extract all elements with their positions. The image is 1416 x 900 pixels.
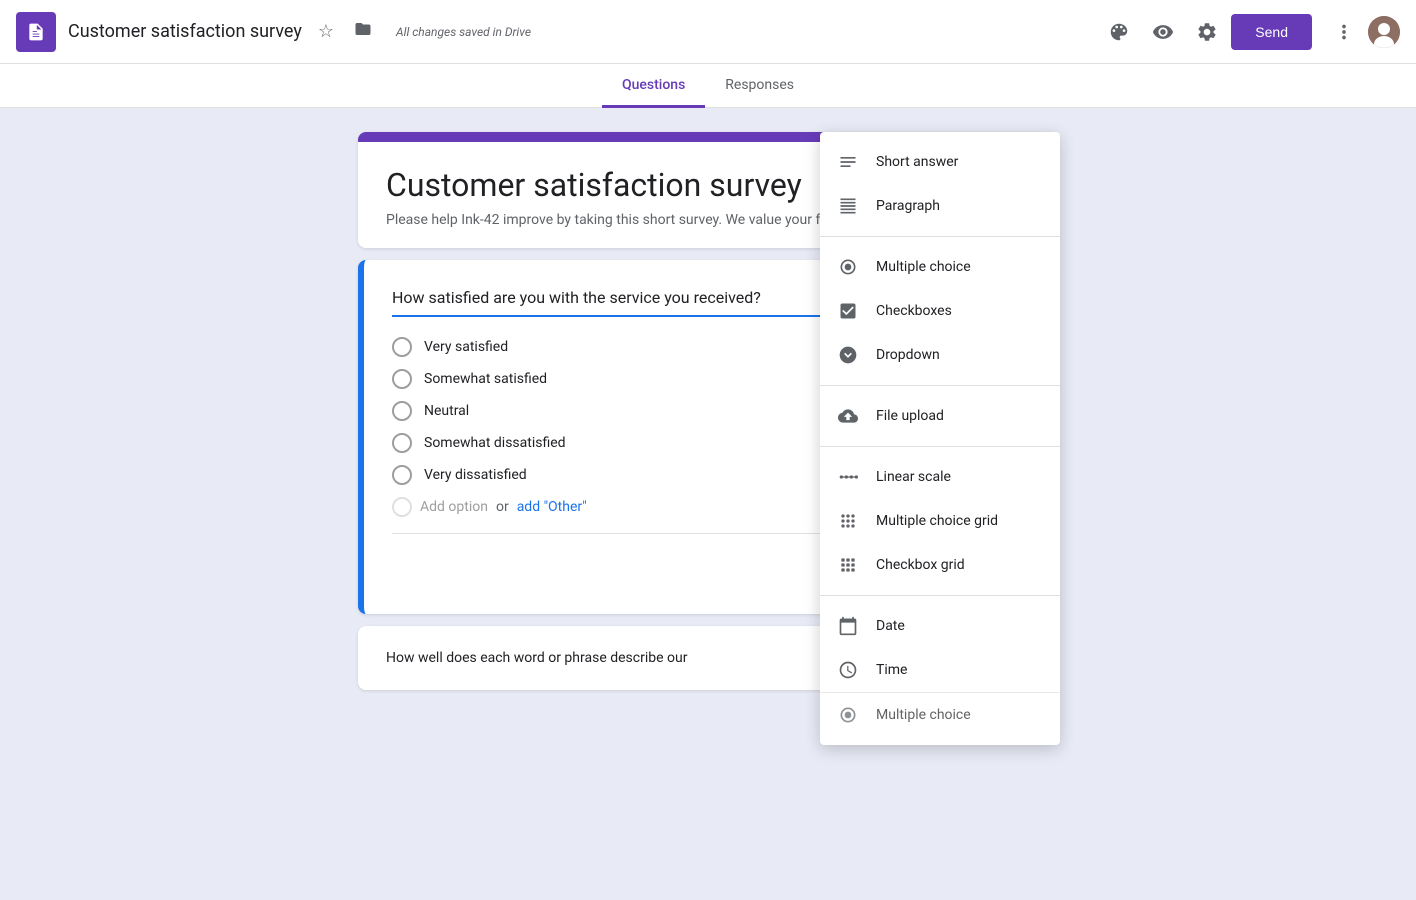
header-icons: Send [1099,12,1400,52]
menu-label-dropdown: Dropdown [876,347,940,363]
dropdown-menu: Short answer Paragraph Multiple choice C… [820,132,1060,745]
menu-label-multiple-choice-grid: Multiple choice grid [876,513,998,529]
menu-item-date[interactable]: Date [820,604,1060,648]
menu-item-paragraph[interactable]: Paragraph [820,184,1060,228]
time-icon [836,658,860,682]
header-left: Customer satisfaction survey ☆ All chang… [16,12,1099,52]
option-label-5: Very dissatisfied [424,467,527,483]
menu-item-short-answer[interactable]: Short answer [820,140,1060,184]
menu-label-linear-scale: Linear scale [876,469,951,485]
header: Customer satisfaction survey ☆ All chang… [0,0,1416,64]
divider-3 [820,446,1060,447]
dropdown-icon [836,343,860,367]
menu-label-date: Date [876,618,905,634]
preview-button[interactable] [1143,12,1183,52]
doc-title: Customer satisfaction survey [68,21,302,42]
send-button[interactable]: Send [1231,14,1312,50]
radio-add-option [392,497,412,517]
option-label-3: Neutral [424,403,469,419]
radio-somewhat-satisfied[interactable] [392,369,412,389]
menu-label-file-upload: File upload [876,408,944,424]
menu-item-checkboxes[interactable]: Checkboxes [820,289,1060,333]
save-status: All changes saved in Drive [396,25,531,39]
radio-neutral[interactable] [392,401,412,421]
paragraph-icon [836,194,860,218]
menu-label-partial: Multiple choice [876,707,971,723]
option-label-4: Somewhat dissatisfied [424,435,566,451]
menu-item-dropdown[interactable]: Dropdown [820,333,1060,377]
menu-item-file-upload[interactable]: File upload [820,394,1060,438]
menu-label-short-answer: Short answer [876,154,958,170]
menu-label-checkboxes: Checkboxes [876,303,952,319]
file-upload-icon [836,404,860,428]
folder-icon[interactable] [350,16,376,47]
main-content: Customer satisfaction survey Please help… [0,108,1416,714]
more-options-button[interactable] [1324,12,1364,52]
palette-button[interactable] [1099,12,1139,52]
checkbox-grid-icon [836,553,860,577]
option-label-2: Somewhat satisfied [424,371,547,387]
menu-item-partial[interactable]: Multiple choice [820,692,1060,737]
radio-somewhat-dissatisfied[interactable] [392,433,412,453]
menu-item-multiple-choice[interactable]: Multiple choice [820,245,1060,289]
add-other-link[interactable]: add "Other" [517,499,587,515]
tabs-bar: Questions Responses [0,64,1416,108]
menu-label-paragraph: Paragraph [876,198,940,214]
menu-item-time[interactable]: Time [820,648,1060,692]
radio-very-dissatisfied[interactable] [392,465,412,485]
short-answer-icon [836,150,860,174]
menu-label-checkbox-grid: Checkbox grid [876,557,965,573]
avatar[interactable] [1368,16,1400,48]
multiple-choice-grid-icon [836,509,860,533]
date-icon [836,614,860,638]
star-icon[interactable]: ☆ [314,17,338,46]
multiple-choice-icon-bottom [836,703,860,727]
tab-questions[interactable]: Questions [602,65,705,108]
tab-responses[interactable]: Responses [705,65,814,108]
divider-2 [820,385,1060,386]
settings-button[interactable] [1187,12,1227,52]
menu-item-multiple-choice-grid[interactable]: Multiple choice grid [820,499,1060,543]
option-label-1: Very satisfied [424,339,508,355]
menu-label-time: Time [876,662,907,678]
multiple-choice-icon [836,255,860,279]
radio-very-satisfied[interactable] [392,337,412,357]
app-icon [16,12,56,52]
linear-scale-icon [836,465,860,489]
menu-label-multiple-choice: Multiple choice [876,259,971,275]
divider-1 [820,236,1060,237]
menu-item-linear-scale[interactable]: Linear scale [820,455,1060,499]
menu-item-checkbox-grid[interactable]: Checkbox grid [820,543,1060,587]
add-option-text[interactable]: Add option [420,499,488,515]
checkboxes-icon [836,299,860,323]
or-text: or [496,499,509,515]
divider-4 [820,595,1060,596]
